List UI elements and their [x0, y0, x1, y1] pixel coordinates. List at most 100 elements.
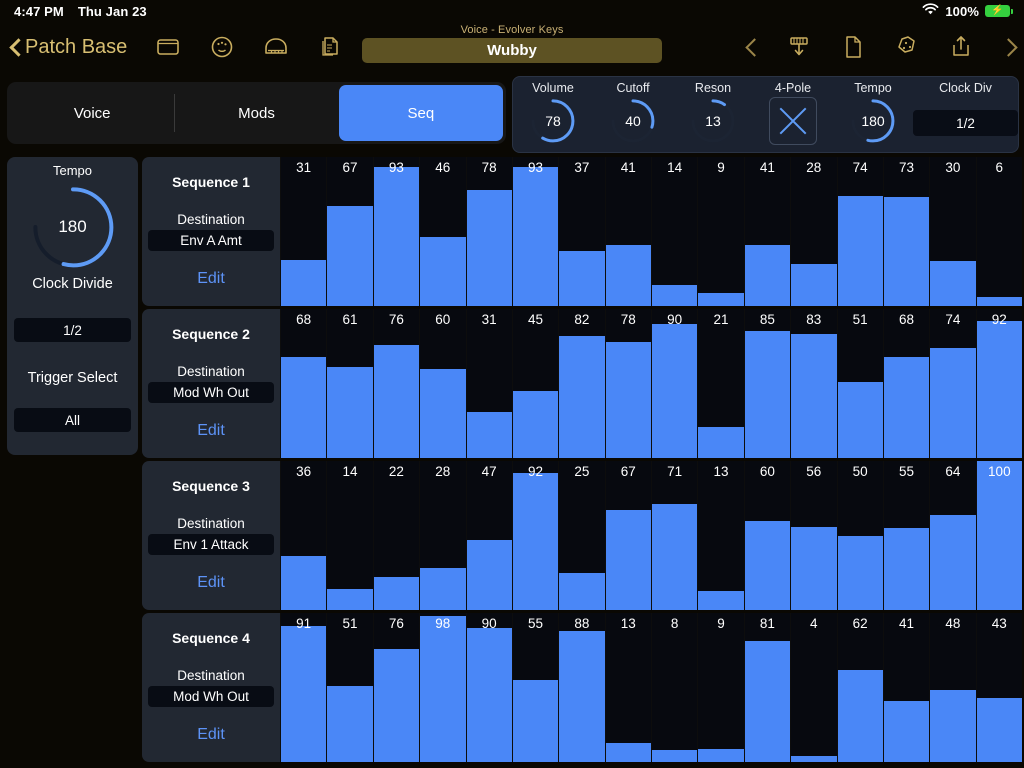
sequence-4-edit-button[interactable]: Edit [197, 726, 225, 744]
tab-voice[interactable]: Voice [10, 85, 174, 141]
step-cell[interactable]: 76 [373, 309, 420, 458]
step-cell[interactable]: 61 [327, 309, 373, 458]
step-cell[interactable]: 55 [883, 461, 930, 610]
step-cell[interactable]: 76 [373, 613, 420, 762]
palette-icon[interactable] [209, 34, 235, 60]
step-cell[interactable]: 88 [559, 613, 605, 762]
sequence-1-destination-field[interactable]: Env A Amt [148, 230, 274, 251]
step-cell[interactable]: 81 [744, 613, 791, 762]
window-icon[interactable] [155, 34, 181, 60]
randomize-dice-icon[interactable] [894, 34, 920, 60]
step-value: 90 [667, 312, 683, 327]
tab-seq[interactable]: Seq [338, 85, 503, 141]
step-cell[interactable]: 46 [420, 157, 466, 306]
step-value: 92 [991, 312, 1007, 327]
sequence-4-destination-field[interactable]: Mod Wh Out [148, 686, 274, 707]
sidebar-trigger-select-field[interactable]: All [14, 408, 131, 432]
step-cell[interactable]: 45 [512, 309, 559, 458]
back-button[interactable]: Patch Base [10, 36, 127, 59]
step-cell[interactable]: 8 [652, 613, 698, 762]
document-icon[interactable] [840, 34, 866, 60]
step-cell[interactable]: 28 [791, 157, 837, 306]
sidebar-clock-divide-field[interactable]: 1/2 [14, 318, 131, 342]
cutoff-knob[interactable]: 40 [607, 95, 659, 147]
clock-div-field[interactable]: 1/2 [913, 110, 1018, 136]
step-cell[interactable]: 93 [373, 157, 420, 306]
download-icon[interactable] [786, 34, 812, 60]
step-cell[interactable]: 21 [698, 309, 744, 458]
step-cell[interactable]: 82 [559, 309, 605, 458]
step-cell[interactable]: 48 [930, 613, 976, 762]
step-cell[interactable]: 74 [837, 157, 883, 306]
step-cell[interactable]: 93 [512, 157, 559, 306]
patch-name-button[interactable]: Wubby [362, 38, 662, 63]
step-cell[interactable]: 55 [512, 613, 559, 762]
four-pole-toggle-x-icon[interactable] [769, 97, 817, 145]
step-cell[interactable]: 60 [420, 309, 466, 458]
prev-patch-chevron-left-icon[interactable] [746, 36, 758, 58]
tab-mods[interactable]: Mods [174, 85, 338, 141]
copy-document-icon[interactable] [317, 34, 343, 60]
step-cell[interactable]: 62 [837, 613, 883, 762]
step-cell[interactable]: 41 [744, 157, 791, 306]
step-cell[interactable]: 91 [281, 613, 327, 762]
sequence-1-edit-button[interactable]: Edit [197, 270, 225, 288]
step-cell[interactable]: 74 [930, 309, 976, 458]
step-cell[interactable]: 4 [791, 613, 837, 762]
step-cell[interactable]: 36 [281, 461, 327, 610]
step-cell[interactable]: 14 [652, 157, 698, 306]
share-icon[interactable] [948, 34, 974, 60]
sidebar-tempo-knob[interactable]: 180 [26, 180, 120, 274]
step-cell[interactable]: 30 [930, 157, 976, 306]
step-cell[interactable]: 83 [791, 309, 837, 458]
step-cell[interactable]: 51 [327, 613, 373, 762]
volume-knob[interactable]: 78 [527, 95, 579, 147]
step-cell[interactable]: 41 [883, 613, 930, 762]
step-cell[interactable]: 22 [373, 461, 420, 610]
step-cell[interactable]: 41 [605, 157, 651, 306]
step-cell[interactable]: 9 [698, 613, 744, 762]
step-cell[interactable]: 71 [652, 461, 698, 610]
step-cell[interactable]: 100 [976, 461, 1022, 610]
step-cell[interactable]: 31 [466, 309, 512, 458]
step-cell[interactable]: 13 [698, 461, 744, 610]
step-cell[interactable]: 68 [281, 309, 327, 458]
tempo-knob[interactable]: 180 [847, 95, 899, 147]
sequence-3-edit-button[interactable]: Edit [197, 574, 225, 592]
step-cell[interactable]: 64 [930, 461, 976, 610]
step-cell[interactable]: 92 [512, 461, 559, 610]
step-cell[interactable]: 90 [652, 309, 698, 458]
step-cell[interactable]: 6 [976, 157, 1022, 306]
step-cell[interactable]: 67 [605, 461, 651, 610]
step-cell[interactable]: 9 [698, 157, 744, 306]
step-cell[interactable]: 90 [466, 613, 512, 762]
sequence-3-destination-field[interactable]: Env 1 Attack [148, 534, 274, 555]
step-cell[interactable]: 50 [837, 461, 883, 610]
step-cell[interactable]: 73 [883, 157, 930, 306]
step-cell[interactable]: 85 [744, 309, 791, 458]
sequence-2-edit-button[interactable]: Edit [197, 422, 225, 440]
step-cell[interactable]: 68 [883, 309, 930, 458]
step-cell[interactable]: 47 [466, 461, 512, 610]
step-cell[interactable]: 51 [837, 309, 883, 458]
step-value: 62 [852, 616, 868, 631]
piano-icon[interactable] [263, 34, 289, 60]
param-reson-label: Reson [694, 81, 732, 95]
step-cell[interactable]: 14 [327, 461, 373, 610]
sequence-2-destination-field[interactable]: Mod Wh Out [148, 382, 274, 403]
step-cell[interactable]: 56 [791, 461, 837, 610]
step-cell[interactable]: 60 [744, 461, 791, 610]
step-cell[interactable]: 28 [420, 461, 466, 610]
step-cell[interactable]: 92 [976, 309, 1022, 458]
step-cell[interactable]: 31 [281, 157, 327, 306]
step-cell[interactable]: 78 [605, 309, 651, 458]
step-cell[interactable]: 37 [559, 157, 605, 306]
step-cell[interactable]: 25 [559, 461, 605, 610]
reson-knob[interactable]: 13 [687, 95, 739, 147]
next-patch-chevron-right-icon[interactable] [1002, 36, 1014, 58]
step-cell[interactable]: 78 [466, 157, 512, 306]
step-cell[interactable]: 43 [976, 613, 1022, 762]
step-cell[interactable]: 98 [420, 613, 466, 762]
step-cell[interactable]: 67 [327, 157, 373, 306]
step-cell[interactable]: 13 [605, 613, 651, 762]
